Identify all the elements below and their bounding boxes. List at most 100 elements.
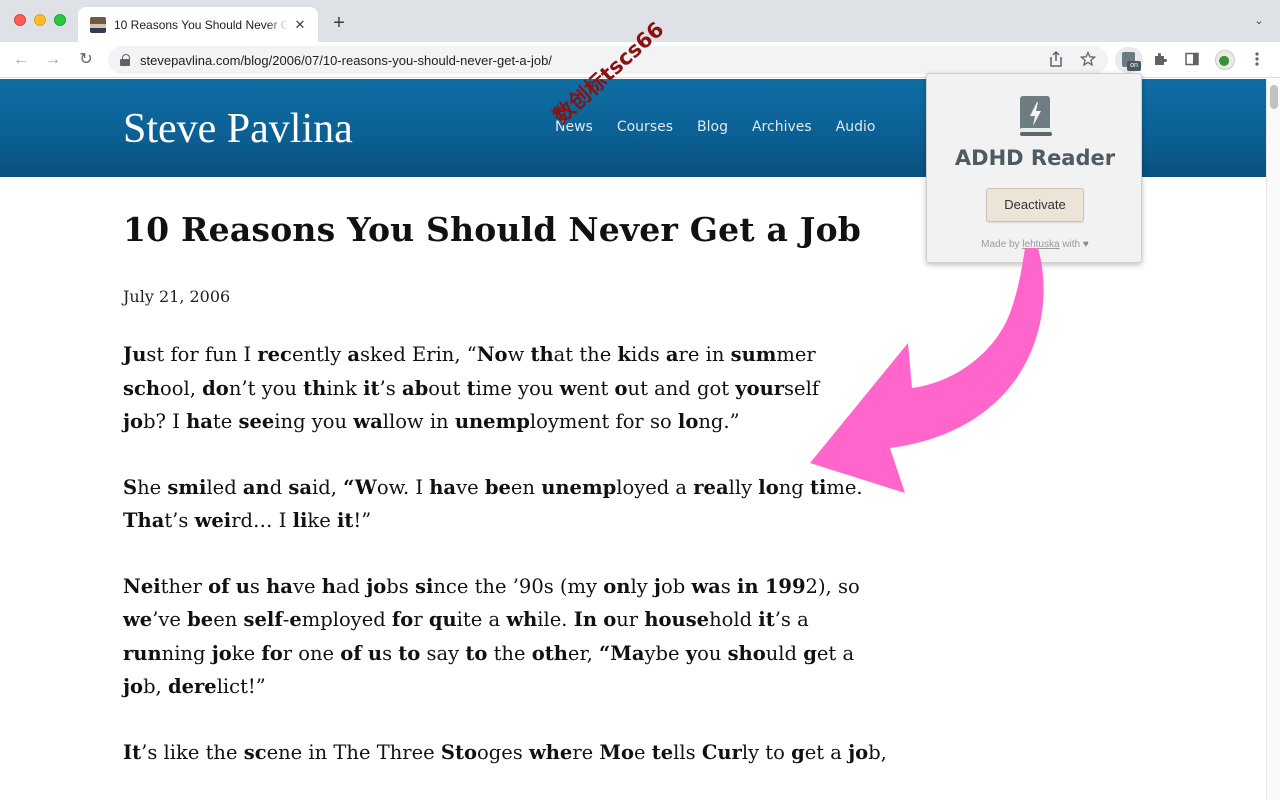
word-remainder: r xyxy=(413,608,429,631)
word-remainder: w xyxy=(507,343,531,366)
word-remainder: er, xyxy=(567,641,600,665)
bold-word-prefix: of xyxy=(208,574,230,598)
nav-item-courses[interactable]: Courses xyxy=(617,119,673,135)
bold-word-prefix: 199 xyxy=(764,574,806,598)
adhd-reader-extension-button[interactable]: on xyxy=(1115,47,1143,73)
bold-word-prefix: k xyxy=(617,343,631,366)
bold-word-prefix: It xyxy=(123,740,142,764)
article-date: July 21, 2006 xyxy=(123,287,231,306)
bold-word-prefix: Sto xyxy=(440,740,477,764)
bold-word-prefix: qu xyxy=(428,608,457,631)
word-remainder: ad xyxy=(335,574,367,598)
nav-item-audio[interactable]: Audio xyxy=(836,119,876,135)
word-remainder: ly to xyxy=(741,740,792,764)
author-link[interactable]: lehtuska xyxy=(1022,239,1059,250)
bold-word-prefix: to xyxy=(398,641,421,665)
bold-word-prefix: see xyxy=(238,410,275,433)
credit-line: Made by lehtuska with ♥ xyxy=(927,239,1143,250)
bold-word-prefix: ti xyxy=(809,475,827,499)
word-remainder: ’s like the xyxy=(141,740,244,764)
more-menu-icon[interactable] xyxy=(1248,51,1266,69)
minimize-window-button[interactable] xyxy=(34,14,46,26)
bold-word-prefix: si xyxy=(414,574,434,598)
word-remainder: 2), so xyxy=(805,574,860,598)
word-remainder: en xyxy=(213,608,244,631)
paragraph-line: we’ve been self-employed for quite a whi… xyxy=(123,603,923,637)
bold-word-prefix: j xyxy=(653,574,661,598)
back-button[interactable]: ← xyxy=(10,49,32,71)
credit-prefix: Made by xyxy=(981,239,1023,250)
bold-word-prefix: th xyxy=(530,343,554,366)
scrollbar-thumb[interactable] xyxy=(1270,85,1278,109)
word-remainder: e xyxy=(634,740,652,764)
word-remainder: ve xyxy=(292,574,322,598)
bold-word-prefix: Ju xyxy=(123,343,147,366)
word-remainder: rd… I xyxy=(231,509,293,532)
share-icon[interactable] xyxy=(1047,50,1065,69)
bold-word-prefix: a xyxy=(347,343,360,366)
word-remainder: re in xyxy=(678,343,731,366)
word-remainder: lict!” xyxy=(216,675,266,698)
bold-word-prefix: sa xyxy=(288,475,313,499)
active-tab[interactable]: 10 Reasons You Should Never Get a Job ✕ xyxy=(78,7,318,42)
paragraph-line: That’s weird… I like it!” xyxy=(123,504,923,538)
bold-word-prefix: o xyxy=(603,608,617,631)
reload-button[interactable]: ↻ xyxy=(75,49,97,71)
word-remainder: ther xyxy=(160,574,209,598)
word-remainder: lls xyxy=(673,740,702,764)
word-remainder: ink xyxy=(326,376,364,400)
bold-word-prefix: be xyxy=(484,475,511,499)
bold-word-prefix: run xyxy=(123,641,162,665)
deactivate-button[interactable]: Deactivate xyxy=(986,188,1084,222)
nav-item-blog[interactable]: Blog xyxy=(697,119,728,135)
bold-word-prefix: S xyxy=(123,475,138,499)
bold-word-prefix: jo xyxy=(123,675,144,698)
tab-search-icon[interactable]: ⌄ xyxy=(1252,14,1266,28)
bold-word-prefix: smi xyxy=(167,475,207,499)
side-panel-icon[interactable] xyxy=(1183,51,1201,69)
bookmark-star-icon[interactable] xyxy=(1079,50,1097,69)
word-remainder: s xyxy=(249,574,267,598)
word-remainder: ’s xyxy=(379,376,402,400)
new-tab-button[interactable]: + xyxy=(328,12,350,34)
zoom-window-button[interactable] xyxy=(54,14,66,26)
credit-suffix: with xyxy=(1059,239,1083,250)
site-title[interactable]: Steve Pavlina xyxy=(123,105,353,153)
word-remainder: bs xyxy=(386,574,415,598)
word-remainder: ite a xyxy=(456,608,507,631)
paragraph-line: running joke for one of us to say to the… xyxy=(123,637,923,671)
bold-word-prefix: Nei xyxy=(123,574,161,598)
bold-word-prefix: jo xyxy=(211,641,232,665)
bold-word-prefix: jo xyxy=(123,410,144,433)
url-text[interactable]: stevepavlina.com/blog/2006/07/10-reasons… xyxy=(140,53,552,68)
word-remainder: ng.” xyxy=(698,410,740,433)
lock-icon[interactable] xyxy=(120,54,130,66)
word-remainder: ool, xyxy=(160,376,203,400)
forward-button[interactable]: → xyxy=(42,49,64,71)
nav-item-archives[interactable]: Archives xyxy=(752,119,812,135)
paragraph-line: Just for fun I recently asked Erin, “Now… xyxy=(123,338,923,372)
bold-word-prefix: “Ma xyxy=(599,641,645,665)
paragraph-line: She smiled and said, “Wow. I have been u… xyxy=(123,471,923,505)
paragraph-line: Neither of us have had jobs since the ’9… xyxy=(123,570,923,604)
word-remainder: ybe xyxy=(644,641,686,665)
word-remainder: b, xyxy=(868,740,887,764)
bold-word-prefix: t xyxy=(466,376,476,400)
word-remainder: self xyxy=(784,376,820,400)
bold-word-prefix: lo xyxy=(677,410,699,433)
extensions-puzzle-icon[interactable] xyxy=(1151,51,1169,69)
page-scrollbar[interactable] xyxy=(1266,79,1280,800)
word-remainder: the xyxy=(487,641,532,665)
word-remainder: ly xyxy=(630,574,654,598)
word-remainder: ime you xyxy=(475,376,560,400)
profile-avatar[interactable] xyxy=(1215,50,1235,70)
word-remainder: ent xyxy=(576,376,615,400)
word-remainder: hold xyxy=(709,608,759,631)
heart-icon: ♥ xyxy=(1082,239,1089,250)
paragraph-line: school, don’t you think it’s about time … xyxy=(123,372,923,406)
close-window-button[interactable] xyxy=(14,14,26,26)
bold-word-prefix: sc xyxy=(243,740,267,764)
close-tab-icon[interactable]: ✕ xyxy=(292,17,308,33)
site-nav: News Courses Blog Archives Audio xyxy=(555,119,899,135)
word-remainder: loyment for so xyxy=(529,410,678,433)
